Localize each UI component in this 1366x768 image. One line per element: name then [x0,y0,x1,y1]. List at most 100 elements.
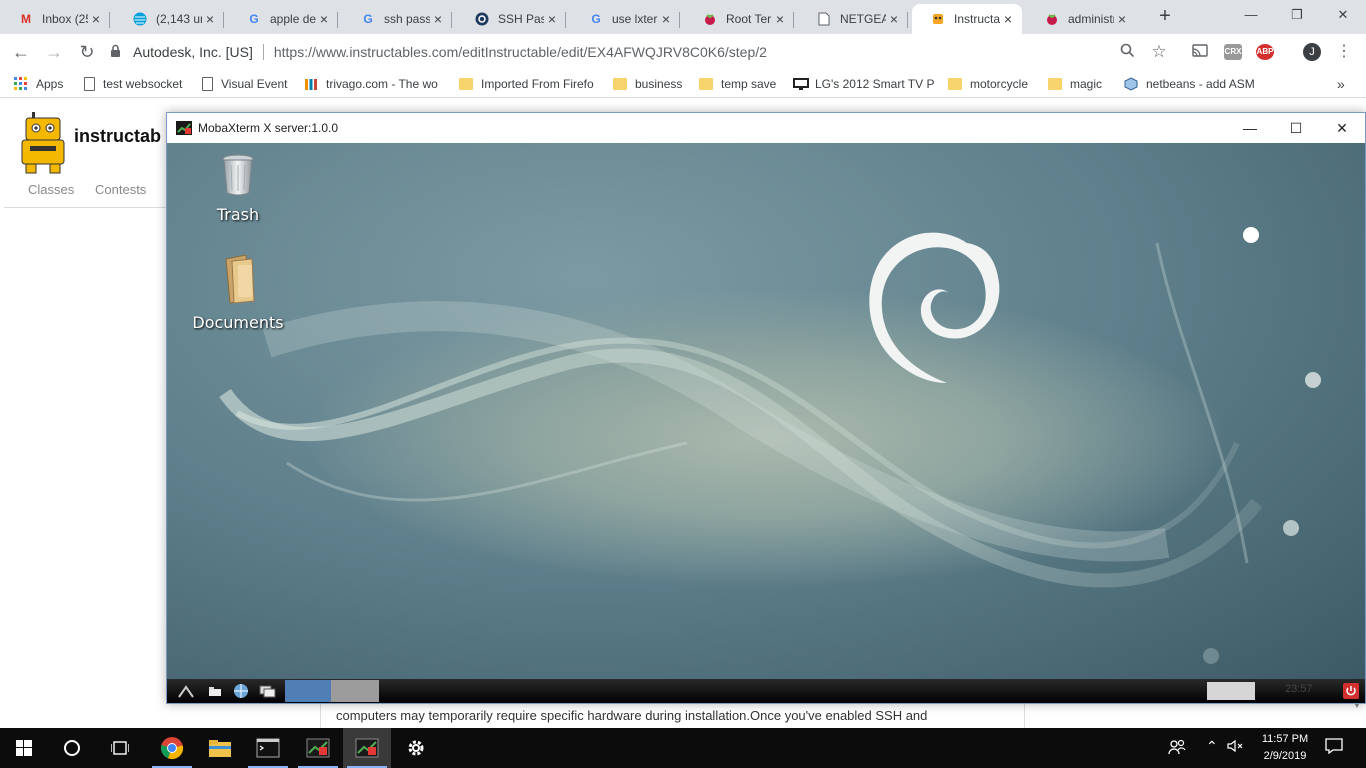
settings-gear-icon[interactable] [392,728,440,768]
tab-9[interactable]: administr × [1026,4,1136,34]
tab-4[interactable]: SSH Pass × [456,4,566,34]
bookmark-item[interactable]: temp save [699,75,776,93]
close-tab-icon[interactable]: × [202,11,218,27]
file-explorer-icon[interactable] [196,728,244,768]
bookmark-item[interactable]: test websocket [84,75,182,93]
adblock-plus-icon[interactable]: ABP [1256,44,1274,60]
task-view-icon[interactable] [96,728,144,768]
close-tab-icon[interactable]: × [316,11,332,27]
new-tab-button[interactable]: + [1155,6,1175,26]
web-browser-icon[interactable] [233,683,249,699]
start-menu-icon[interactable] [177,683,195,699]
address-bar[interactable]: Autodesk, Inc. [US] https://www.instruct… [110,38,1180,66]
site-brand[interactable]: instructab [74,126,161,147]
action-center-icon[interactable] [1325,738,1343,757]
close-tab-icon[interactable]: × [1000,11,1016,27]
tab-5[interactable]: G use lxterm × [570,4,680,34]
windows-start-icon[interactable] [0,728,48,768]
close-tab-icon[interactable]: × [658,11,674,27]
workspace-2[interactable] [331,680,379,702]
bookmark-item[interactable]: motorcycle [948,75,1028,93]
desktop-icon-trash[interactable]: Trash [183,153,293,224]
mobaxterm-xserver-taskbar-icon[interactable] [343,728,391,768]
tab-8[interactable]: Instructa × [912,4,1022,34]
nav-classes[interactable]: Classes [28,182,74,197]
workspace-1[interactable] [285,680,331,702]
tab-7[interactable]: NETGEAR × [798,4,908,34]
desktop-icon-label: Trash [216,205,260,224]
tab-1[interactable]: (2,143 un × [114,4,224,34]
bookmarks-overflow-button[interactable]: » [1337,75,1345,93]
bookmark-item[interactable]: netbeans - add ASM [1124,75,1255,93]
tab-title: use lxterm [612,12,658,26]
bookmark-apps[interactable]: Apps [14,75,63,93]
minimize-icon[interactable]: — [1227,113,1273,143]
panel-plugin[interactable] [1207,682,1255,700]
desktop-icon-documents[interactable]: Documents [183,254,293,332]
bookmark-item[interactable]: Visual Event [202,75,288,93]
close-icon[interactable]: ✕ [1319,113,1365,143]
cortana-icon[interactable] [48,728,96,768]
lock-icon [110,44,124,60]
bookmark-item[interactable]: magic [1048,75,1102,93]
chrome-taskbar-icon[interactable] [148,728,196,768]
minimize-icon[interactable]: — [1228,0,1274,30]
bookmark-label: temp save [721,77,777,91]
gmail-icon: M [21,12,31,26]
close-tab-icon[interactable]: × [430,11,446,27]
close-tab-icon[interactable]: × [88,11,104,27]
netbeans-icon [1124,77,1138,91]
desktops-icon[interactable] [259,683,277,699]
show-hidden-icons-icon[interactable]: ⌃ [1206,738,1218,755]
close-tab-icon[interactable]: × [544,11,560,27]
desktop-icon-label: Documents [192,313,284,332]
tab-0[interactable]: M Inbox (25 × [0,4,110,34]
file-manager-icon[interactable] [207,683,223,699]
nav-contests[interactable]: Contests [95,182,146,197]
bookmark-star-icon[interactable]: ☆ [1149,42,1169,62]
bookmark-item[interactable]: Imported From Firefo [459,75,594,93]
mobaxterm-titlebar[interactable]: MobaXterm X server:1.0.0 — ☐ ✕ [167,113,1365,143]
apps-icon [14,77,28,91]
close-tab-icon[interactable]: × [772,11,788,27]
close-window-icon[interactable]: ✕ [1320,0,1366,30]
bookmark-item[interactable]: business [613,75,682,93]
back-icon[interactable]: ← [9,40,33,64]
folder-icon [183,254,293,309]
zoom-icon[interactable] [1117,42,1137,62]
tab-2[interactable]: G apple des × [228,4,338,34]
step-body-text[interactable]: computers may temporarily require specif… [336,708,927,723]
x-desktop[interactable]: Trash Documents [167,143,1365,679]
bookmark-item[interactable]: LG's 2012 Smart TV P [793,75,934,93]
mobaxterm-taskbar-icon[interactable] [294,728,342,768]
forward-icon[interactable]: → [42,40,66,64]
menu-kebab-icon[interactable]: ⋮ [1334,42,1354,62]
bookmark-item[interactable]: trivago.com - The wo [304,75,438,93]
windows-taskbar: ⌃ 11:57 PM 2/9/2019 [0,728,1366,768]
people-icon[interactable] [1168,738,1186,759]
tab-3[interactable]: G ssh passw × [342,4,452,34]
terminal-taskbar-icon[interactable] [244,728,292,768]
instructables-robot-logo[interactable] [18,112,68,174]
url-text[interactable]: https://www.instructables.com/editInstru… [274,44,767,60]
profile-avatar[interactable]: J [1303,43,1321,61]
clock-date: 2/9/2019 [1263,750,1307,762]
google-icon: G [363,12,373,26]
page-icon [202,77,213,91]
browser-toolbar: ← → ↻ Autodesk, Inc. [US] https://www.in… [0,34,1366,70]
page-scrollbar[interactable]: ▼ [1350,700,1364,728]
restore-icon[interactable]: ❐ [1274,0,1320,30]
power-icon[interactable] [1343,683,1359,699]
cast-icon[interactable] [1190,42,1210,62]
site-identity[interactable]: Autodesk, Inc. [US] [133,44,253,60]
close-tab-icon[interactable]: × [1114,11,1130,27]
system-clock[interactable]: 11:57 PM 2/9/2019 [1250,731,1320,765]
tab-title: administr [1068,12,1114,26]
maximize-icon[interactable]: ☐ [1273,113,1319,143]
close-tab-icon[interactable]: × [886,11,902,27]
reload-icon[interactable]: ↻ [75,40,99,64]
tab-6[interactable]: Root Term × [684,4,794,34]
volume-muted-icon[interactable] [1226,738,1244,757]
crx-extension-icon[interactable]: CRX [1224,44,1242,60]
panel-clock[interactable]: 23:57 [1285,683,1313,695]
